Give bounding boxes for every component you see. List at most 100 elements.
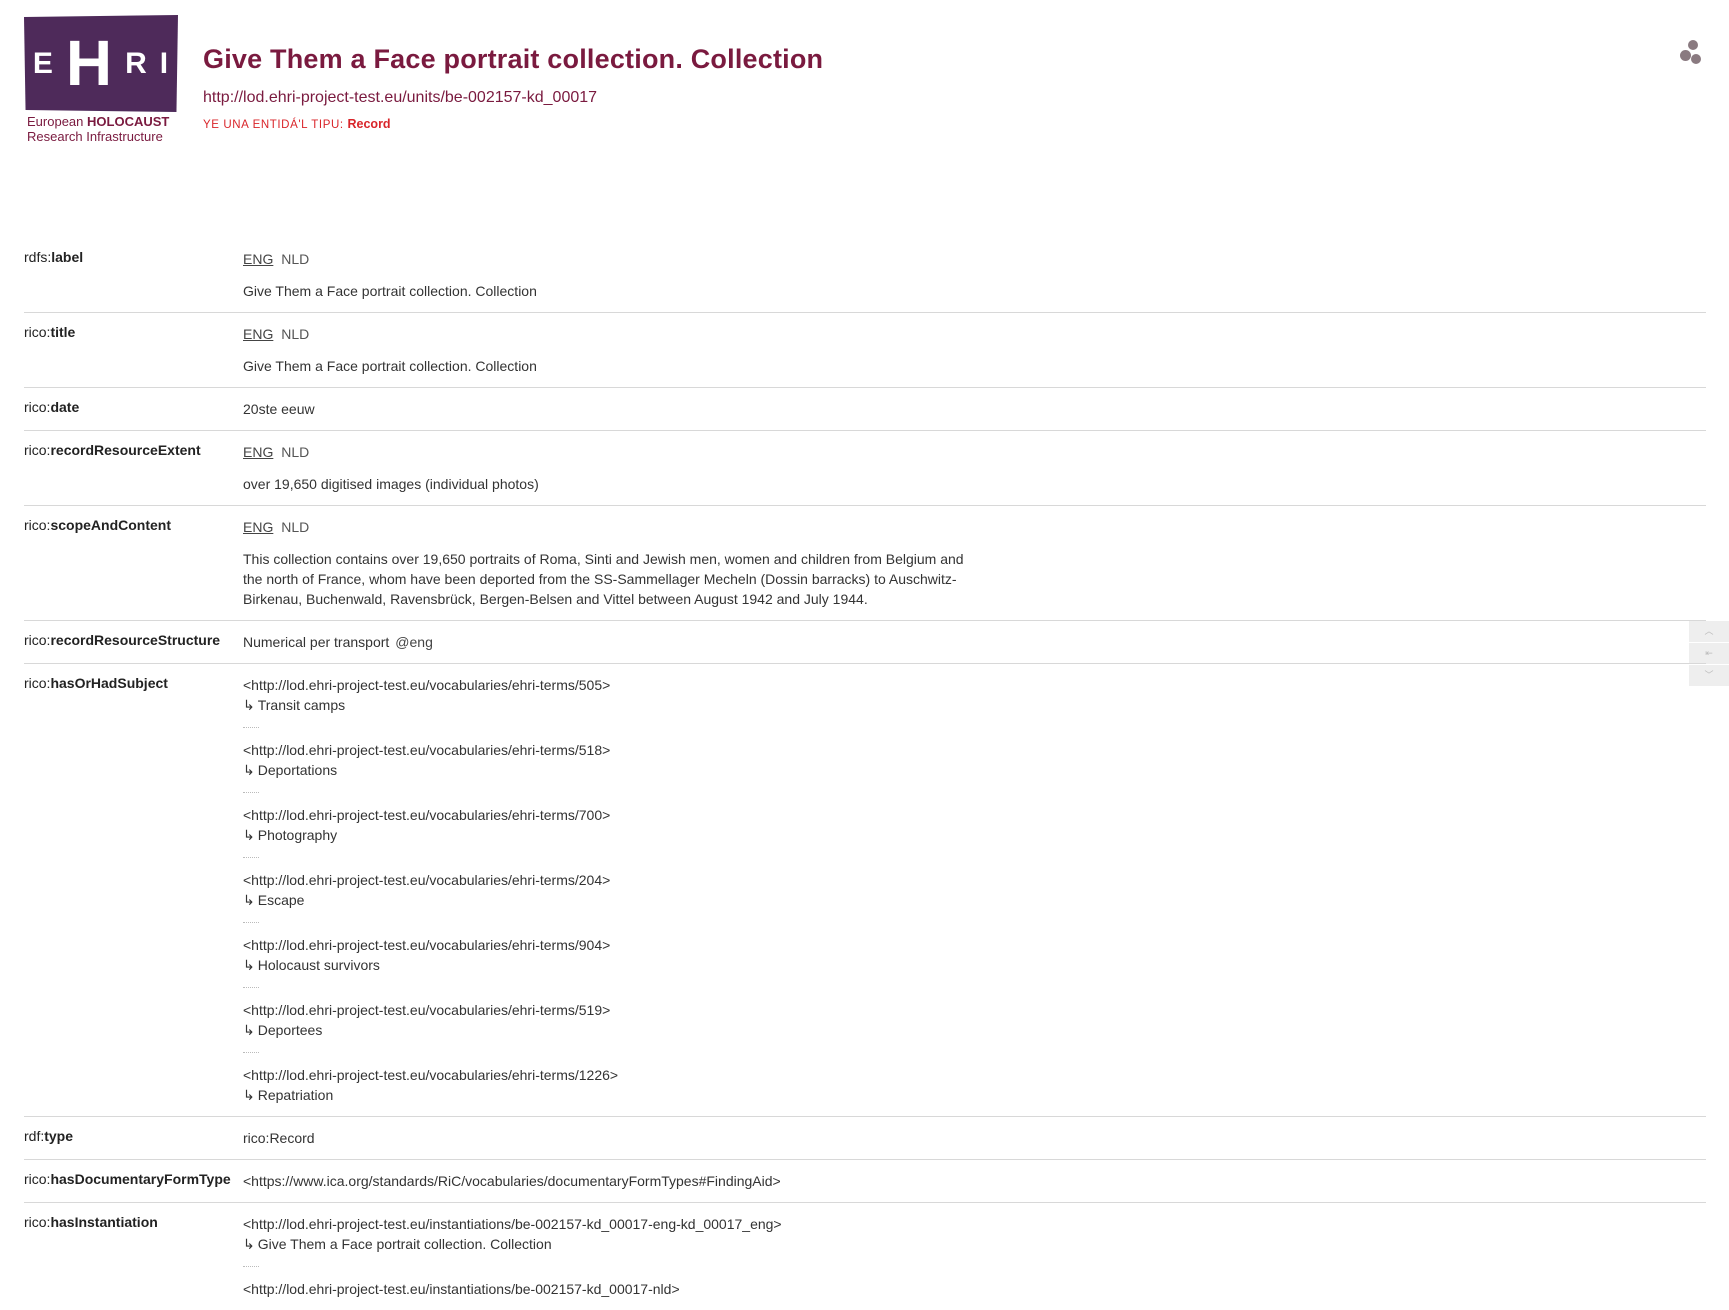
object-label: Holocaust survivors [257, 957, 380, 973]
literal-value: 20ste eeuw [243, 401, 315, 417]
object-uri-link[interactable]: <http://lod.ehri-project-test.eu/vocabul… [243, 807, 610, 823]
property-row-extent: rico:recordResourceExtent ENG NLD over 1… [24, 431, 1706, 506]
lang-nld-tab[interactable]: NLD [281, 251, 309, 267]
properties-table: rdfs:label ENG NLD Give Them a Face port… [24, 238, 1706, 1310]
object-item: <http://lod.ehri-project-test.eu/vocabul… [243, 935, 1706, 988]
object-uri-link[interactable]: <http://lod.ehri-project-test.eu/instant… [243, 1281, 680, 1297]
object-item: <http://lod.ehri-project-test.eu/vocabul… [243, 805, 1706, 858]
property-value: ENG NLD Give Them a Face portrait collec… [243, 249, 1706, 301]
literal-value: Numerical per transport [243, 634, 390, 650]
property-prefix: rico: [24, 324, 51, 340]
item-divider [243, 1266, 259, 1267]
lang-eng-tab[interactable]: ENG [243, 519, 273, 535]
item-divider [243, 922, 259, 923]
return-arrow-icon: ↳ [243, 697, 255, 713]
property-value: ENG NLD over 19,650 digitised images (in… [243, 442, 1706, 494]
object-label: Transit camps [257, 697, 346, 713]
property-name[interactable]: rico:hasOrHadSubject [24, 675, 243, 1105]
object-item: <http://lod.ehri-project-test.eu/instant… [243, 1214, 1706, 1267]
property-prefix: rdf: [24, 1128, 45, 1144]
return-arrow-icon: ↳ [243, 1236, 255, 1252]
property-value: ENG NLD Give Them a Face portrait collec… [243, 324, 1706, 376]
object-item: <http://lod.ehri-project-test.eu/vocabul… [243, 1065, 1706, 1105]
property-row-title: rico:title ENG NLD Give Them a Face port… [24, 313, 1706, 388]
logo-tagline: European HOLOCAUST Research Infrastructu… [24, 114, 178, 144]
literal-value: Give Them a Face portrait collection. Co… [243, 358, 537, 374]
lang-eng-tab[interactable]: ENG [243, 251, 273, 267]
lang-nld-tab[interactable]: NLD [281, 519, 309, 535]
object-item: <http://lod.ehri-project-test.eu/instant… [243, 1279, 1706, 1299]
property-local-name: hasInstantiation [50, 1214, 158, 1230]
return-arrow-icon: ↳ [243, 1022, 255, 1038]
object-uri-link[interactable]: <http://lod.ehri-project-test.eu/vocabul… [243, 937, 610, 953]
object-label: Give Them a Face portrait collection. Co… [257, 1236, 552, 1252]
property-name[interactable]: rico:date [24, 399, 243, 419]
page-title: Give Them a Face portrait collection. Co… [203, 44, 824, 74]
object-uri-link[interactable]: <https://www.ica.org/standards/RiC/vocab… [243, 1173, 781, 1189]
literal-value: over 19,650 digitised images (individual… [243, 476, 539, 492]
language-switcher: ENG NLD [243, 442, 1706, 462]
property-row-formtype: rico:hasDocumentaryFormType <https://www… [24, 1160, 1706, 1203]
logo-tagline-bold: HOLOCAUST [87, 114, 170, 129]
type-value[interactable]: Record [348, 117, 391, 131]
property-row-label: rdfs:label ENG NLD Give Them a Face port… [24, 238, 1706, 313]
return-arrow-icon: ↳ [243, 957, 255, 973]
return-arrow-icon: ↳ [243, 892, 255, 908]
logo-letter: H [65, 26, 114, 99]
object-label: Photography [257, 827, 338, 843]
property-row-scope: rico:scopeAndContent ENG NLD This collec… [24, 506, 1706, 621]
language-switcher: ENG NLD [243, 249, 1706, 269]
lang-eng-tab[interactable]: ENG [243, 326, 273, 342]
property-name[interactable]: rico:hasDocumentaryFormType [24, 1171, 243, 1191]
property-local-name: type [44, 1128, 74, 1144]
object-uri-link[interactable]: <http://lod.ehri-project-test.eu/vocabul… [243, 1002, 610, 1018]
object-uri-link[interactable]: <http://lod.ehri-project-test.eu/vocabul… [243, 872, 610, 888]
dots-menu-icon[interactable] [1680, 40, 1704, 70]
type-link[interactable]: rico:Record [243, 1130, 315, 1146]
property-value: <https://www.ica.org/standards/RiC/vocab… [243, 1171, 1706, 1191]
property-name[interactable]: rico:recordResourceStructure [24, 632, 243, 652]
property-local-name: scopeAndContent [50, 517, 172, 533]
property-name[interactable]: rico:hasInstantiation [24, 1214, 243, 1299]
language-switcher: ENG NLD [243, 517, 1706, 537]
object-uri-link[interactable]: <http://lod.ehri-project-test.eu/instant… [243, 1216, 782, 1232]
item-divider [243, 857, 259, 858]
property-prefix: rico: [24, 442, 51, 458]
literal-value: This collection contains over 19,650 por… [243, 551, 964, 607]
property-prefix: rico: [24, 1214, 51, 1230]
logo-tagline-line2: Research Infrastructure [27, 129, 163, 144]
object-label: Deportations [257, 762, 338, 778]
property-value: <http://lod.ehri-project-test.eu/vocabul… [243, 675, 1706, 1105]
type-label: ye una entidá'l tipu: [203, 119, 344, 131]
property-name[interactable]: rico:recordResourceExtent [24, 442, 243, 494]
property-row-subject: rico:hasOrHadSubject <http://lod.ehri-pr… [24, 664, 1706, 1117]
property-name[interactable]: rico:title [24, 324, 243, 376]
object-uri-link[interactable]: <http://lod.ehri-project-test.eu/vocabul… [243, 677, 610, 693]
type-line: ye una entidá'l tipu: Record [203, 117, 823, 131]
language-tag: @eng [395, 634, 433, 650]
item-divider [243, 1052, 259, 1053]
property-name[interactable]: rico:scopeAndContent [24, 517, 243, 609]
property-prefix: rdfs: [24, 249, 52, 265]
logo-letter: E [32, 46, 54, 80]
page-header: Give Them a Face portrait collection. Co… [203, 44, 823, 131]
lang-nld-tab[interactable]: NLD [281, 444, 309, 460]
object-item: <http://lod.ehri-project-test.eu/vocabul… [243, 675, 1706, 728]
lang-nld-tab[interactable]: NLD [281, 326, 309, 342]
object-uri-link[interactable]: <http://lod.ehri-project-test.eu/vocabul… [243, 742, 610, 758]
object-item: <http://lod.ehri-project-test.eu/vocabul… [243, 740, 1706, 793]
lang-eng-tab[interactable]: ENG [243, 444, 273, 460]
object-item: <http://lod.ehri-project-test.eu/vocabul… [243, 1000, 1706, 1053]
property-local-name: title [50, 324, 76, 340]
object-label: Escape [257, 892, 305, 908]
property-name[interactable]: rdfs:label [24, 249, 243, 301]
property-local-name: recordResourceStructure [50, 632, 221, 648]
property-value: 20ste eeuw [243, 399, 1706, 419]
resource-uri-link[interactable]: http://lod.ehri-project-test.eu/units/be… [203, 89, 823, 107]
ehri-logo[interactable]: E H R I European HOLOCAUST Research Infr… [24, 15, 178, 144]
language-switcher: ENG NLD [243, 324, 1706, 344]
property-row-structure: rico:recordResourceStructure Numerical p… [24, 621, 1706, 664]
property-row-type: rdf:type rico:Record [24, 1117, 1706, 1160]
object-uri-link[interactable]: <http://lod.ehri-project-test.eu/vocabul… [243, 1067, 618, 1083]
property-name[interactable]: rdf:type [24, 1128, 243, 1148]
